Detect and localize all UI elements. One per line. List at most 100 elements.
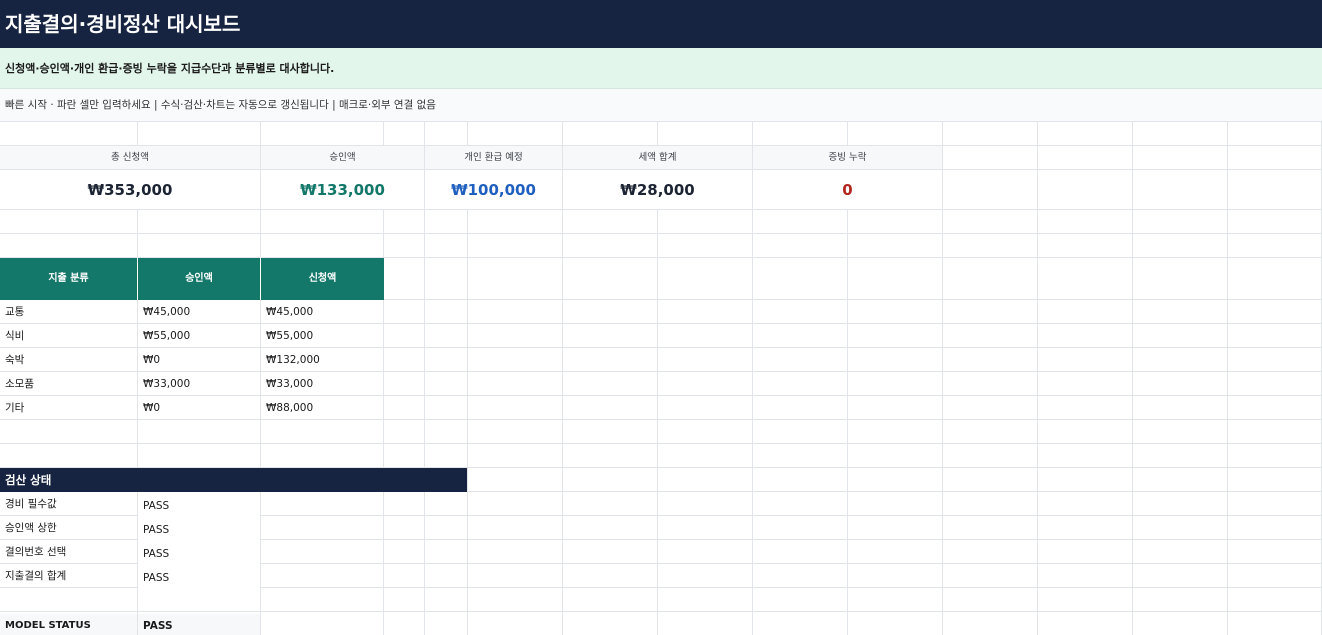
grid-cell[interactable] [138, 420, 261, 444]
grid-cell[interactable] [1133, 170, 1228, 210]
table-cell-category[interactable]: 기타 [0, 396, 137, 419]
grid-cell[interactable] [753, 444, 848, 468]
grid-cell[interactable] [384, 492, 425, 516]
grid-cell[interactable] [1038, 516, 1133, 540]
grid-cell[interactable] [658, 258, 753, 300]
grid-cell[interactable] [943, 420, 1038, 444]
grid-cell[interactable] [384, 396, 425, 420]
grid-cell[interactable] [658, 300, 753, 324]
grid-cell[interactable] [848, 258, 943, 300]
grid-cell[interactable] [848, 324, 943, 348]
grid-cell[interactable] [563, 348, 658, 372]
grid-cell[interactable] [1133, 146, 1228, 170]
grid-cell[interactable] [943, 146, 1038, 170]
grid-cell[interactable] [138, 234, 261, 258]
grid-cell[interactable] [563, 564, 658, 588]
grid-cell[interactable] [1133, 444, 1228, 468]
grid-cell[interactable] [563, 324, 658, 348]
grid-cell[interactable] [1228, 588, 1322, 612]
grid-cell[interactable] [1038, 372, 1133, 396]
grid-cell[interactable] [384, 516, 425, 540]
grid-cell[interactable] [848, 540, 943, 564]
grid-cell[interactable] [848, 122, 943, 146]
grid-cell[interactable] [1038, 492, 1133, 516]
grid-cell[interactable] [848, 348, 943, 372]
grid-cell[interactable] [1228, 234, 1322, 258]
grid-cell[interactable] [425, 612, 468, 635]
grid-cell[interactable] [384, 210, 425, 234]
grid-cell[interactable] [384, 348, 425, 372]
grid-cell[interactable] [1228, 444, 1322, 468]
grid-cell[interactable] [563, 516, 658, 540]
grid-cell[interactable] [943, 492, 1038, 516]
grid-cell[interactable] [425, 324, 468, 348]
check-status-value[interactable]: PASS [138, 494, 260, 517]
grid-cell[interactable] [848, 516, 943, 540]
grid-cell[interactable] [468, 612, 563, 635]
grid-cell[interactable] [1038, 468, 1133, 492]
grid-cell[interactable] [138, 210, 261, 234]
grid-cell[interactable] [384, 300, 425, 324]
kpi-value-tax-total[interactable]: ₩28,000 [563, 170, 753, 210]
grid-cell[interactable] [1133, 372, 1228, 396]
grid-cell[interactable] [1133, 468, 1228, 492]
check-label[interactable]: 경비 필수값 [0, 492, 137, 515]
grid-cell[interactable] [563, 258, 658, 300]
kpi-value-approved[interactable]: ₩133,000 [261, 170, 425, 210]
check-label[interactable]: 결의번호 선택 [0, 540, 137, 563]
grid-cell[interactable] [658, 122, 753, 146]
grid-cell[interactable] [261, 234, 384, 258]
grid-cell[interactable] [261, 210, 384, 234]
grid-cell[interactable] [1038, 122, 1133, 146]
grid-cell[interactable] [848, 420, 943, 444]
grid-cell[interactable] [848, 300, 943, 324]
table-header-approved[interactable]: 승인액 [138, 258, 261, 300]
grid-cell[interactable] [753, 588, 848, 612]
grid-cell[interactable] [753, 210, 848, 234]
grid-cell[interactable] [468, 468, 563, 492]
grid-cell[interactable] [943, 210, 1038, 234]
model-status-label[interactable]: MODEL STATUS [0, 614, 137, 635]
grid-cell[interactable] [1133, 324, 1228, 348]
grid-cell[interactable] [563, 300, 658, 324]
grid-cell[interactable] [1133, 210, 1228, 234]
grid-cell[interactable] [1038, 170, 1133, 210]
grid-cell[interactable] [425, 564, 468, 588]
grid-cell[interactable] [753, 540, 848, 564]
grid-cell[interactable] [261, 444, 384, 468]
kpi-value-personal-refund[interactable]: ₩100,000 [425, 170, 563, 210]
grid-cell[interactable] [1228, 324, 1322, 348]
grid-cell[interactable] [1228, 492, 1322, 516]
check-label[interactable]: 지출결의 합계 [0, 564, 137, 587]
grid-cell[interactable] [563, 444, 658, 468]
grid-cell[interactable] [563, 420, 658, 444]
check-label[interactable]: 승인액 상한 [0, 516, 137, 539]
grid-cell[interactable] [468, 420, 563, 444]
check-status-value[interactable]: PASS [138, 566, 260, 589]
grid-cell[interactable] [468, 564, 563, 588]
grid-cell[interactable] [425, 540, 468, 564]
grid-cell[interactable] [1038, 420, 1133, 444]
grid-cell[interactable] [943, 396, 1038, 420]
table-cell-approved[interactable]: ₩33,000 [138, 372, 260, 395]
grid-cell[interactable] [1038, 588, 1133, 612]
grid-cell[interactable] [753, 122, 848, 146]
grid-cell[interactable] [384, 372, 425, 396]
grid-cell[interactable] [563, 540, 658, 564]
grid-cell[interactable] [468, 210, 563, 234]
grid-cell[interactable] [1133, 300, 1228, 324]
grid-cell[interactable] [848, 396, 943, 420]
grid-cell[interactable] [943, 444, 1038, 468]
grid-cell[interactable] [384, 444, 425, 468]
grid-cell[interactable] [753, 300, 848, 324]
grid-cell[interactable] [848, 612, 943, 635]
grid-cell[interactable] [468, 122, 563, 146]
grid-cell[interactable] [848, 444, 943, 468]
model-status-value[interactable]: PASS [138, 614, 260, 635]
grid-cell[interactable] [753, 564, 848, 588]
grid-cell[interactable] [943, 170, 1038, 210]
grid-cell[interactable] [1038, 348, 1133, 372]
table-cell-category[interactable]: 식비 [0, 324, 137, 347]
grid-cell[interactable] [384, 122, 425, 146]
grid-cell[interactable] [943, 516, 1038, 540]
